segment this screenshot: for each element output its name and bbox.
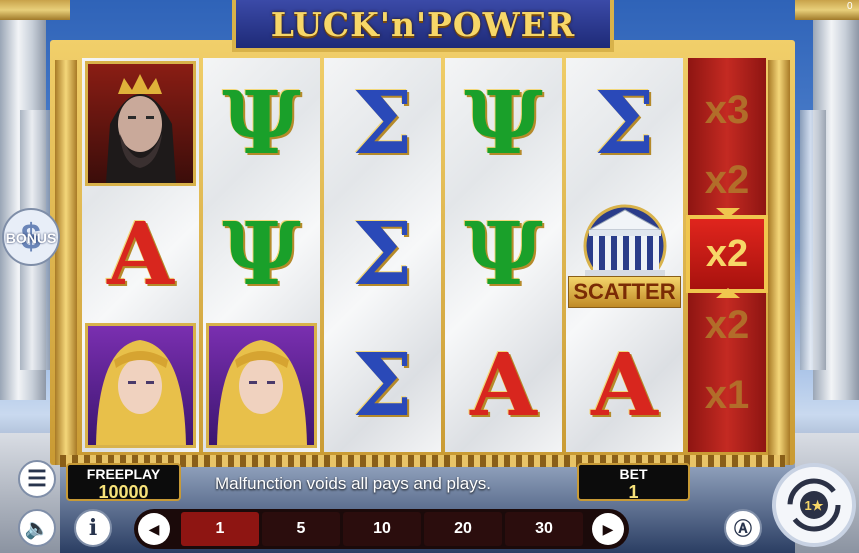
goddess-face-icon bbox=[96, 340, 186, 445]
bet-label: BET bbox=[619, 466, 648, 482]
reel-4-cell-1: Ψ bbox=[445, 58, 562, 189]
reel-3-cell-1: Σ bbox=[324, 58, 441, 189]
reel-2-cell-2: Ψ bbox=[203, 189, 320, 320]
bonus-button[interactable]: $ BONUS bbox=[2, 208, 60, 266]
reel-4-cell-3: Α bbox=[445, 320, 562, 451]
reel-5: Σ SCATTER Α bbox=[566, 58, 683, 452]
spin-icon: 1★ bbox=[787, 478, 841, 532]
svg-text:1★: 1★ bbox=[805, 498, 824, 513]
psi-symbol: Ψ bbox=[464, 203, 543, 305]
game-title: LUCK'n'POWER bbox=[270, 4, 576, 44]
autoplay-button[interactable]: Ⓐ bbox=[724, 509, 762, 547]
chevron-left-icon: ◀ bbox=[148, 520, 160, 537]
bet-value: 1 bbox=[628, 482, 639, 502]
frame-pillar-right bbox=[768, 60, 790, 465]
info-button[interactable]: i bbox=[74, 509, 112, 547]
multiplier-pointer-bottom-icon bbox=[716, 288, 740, 298]
bet-next-button[interactable]: ▶ bbox=[592, 513, 624, 545]
left-column-capital bbox=[0, 0, 70, 20]
bet-option-1[interactable]: 1 bbox=[181, 512, 259, 546]
alpha-symbol: Α bbox=[470, 334, 537, 436]
psi-symbol: Ψ bbox=[464, 72, 543, 174]
sound-icon: 🔈 bbox=[24, 517, 50, 540]
title-plate: LUCK'n'POWER bbox=[232, 0, 614, 52]
scatter-label: SCATTER bbox=[568, 275, 681, 308]
malfunction-message: Malfunction voids all pays and plays. bbox=[215, 474, 491, 493]
reel-2-cell-1: Ψ bbox=[203, 58, 320, 189]
multiplier-pointer-top-icon bbox=[716, 208, 740, 218]
sigma-symbol: Σ bbox=[352, 72, 413, 174]
reel-2-cell-3 bbox=[203, 320, 320, 451]
reel-5-cell-3: Α bbox=[566, 320, 683, 451]
sigma-symbol: Σ bbox=[594, 72, 655, 174]
bonus-label: BONUS bbox=[5, 230, 57, 246]
spin-button[interactable]: 1★ bbox=[772, 463, 856, 547]
freeplay-label: FREEPLAY bbox=[86, 466, 161, 482]
reel-2: Ψ Ψ bbox=[203, 58, 320, 452]
alpha-symbol: Α bbox=[591, 334, 658, 436]
multiplier-value: x1 bbox=[704, 373, 750, 417]
bet-selector: ◀ 1 5 10 20 30 ▶ bbox=[134, 509, 629, 549]
freeplay-panel: FREEPLAY 10000 bbox=[66, 463, 181, 502]
sigma-symbol: Σ bbox=[352, 203, 413, 305]
bet-option-10[interactable]: 10 bbox=[343, 512, 421, 546]
reel-5-cell-1: Σ bbox=[566, 58, 683, 189]
multiplier-value: x3 bbox=[704, 88, 750, 132]
bet-option-30[interactable]: 30 bbox=[505, 512, 583, 546]
reel-1-cell-3 bbox=[82, 320, 199, 451]
reel-3-cell-3: Σ bbox=[324, 320, 441, 451]
goddess-face-icon bbox=[217, 340, 307, 445]
right-column-back bbox=[800, 110, 826, 370]
bet-panel: BET 1 bbox=[577, 463, 690, 502]
menu-icon: ☰ bbox=[27, 466, 47, 491]
temple-scatter-icon bbox=[583, 204, 666, 282]
reel-5-cell-2: SCATTER bbox=[566, 189, 683, 320]
sound-button[interactable]: 🔈 bbox=[18, 509, 56, 547]
bet-option-5[interactable]: 5 bbox=[262, 512, 340, 546]
frame-pillar-left bbox=[55, 60, 77, 465]
psi-symbol: Ψ bbox=[222, 203, 301, 305]
reel-4: Ψ Ψ Α bbox=[445, 58, 562, 452]
alpha-symbol: Α bbox=[107, 203, 174, 305]
reel-1-cell-1 bbox=[82, 58, 199, 189]
reel-3: Σ Σ Σ bbox=[324, 58, 441, 452]
menu-button[interactable]: ☰ bbox=[18, 460, 56, 498]
sigma-symbol: Σ bbox=[352, 334, 413, 436]
autoplay-icon: Ⓐ bbox=[734, 519, 752, 539]
reel-1-cell-2: Α bbox=[82, 189, 199, 320]
goddess-portrait bbox=[206, 323, 317, 448]
bet-option-20[interactable]: 20 bbox=[424, 512, 502, 546]
reel-1: Α bbox=[82, 58, 199, 452]
active-multiplier: x2 bbox=[686, 215, 768, 293]
reel-4-cell-2: Ψ bbox=[445, 189, 562, 320]
goddess-portrait bbox=[85, 323, 196, 448]
multiplier-value: x2 bbox=[704, 303, 750, 347]
freeplay-value: 10000 bbox=[98, 482, 149, 502]
reel-3-cell-2: Σ bbox=[324, 189, 441, 320]
multiplier-value: x2 bbox=[704, 158, 750, 202]
psi-symbol: Ψ bbox=[222, 72, 301, 174]
bet-prev-button[interactable]: ◀ bbox=[138, 513, 170, 545]
chevron-right-icon: ▶ bbox=[602, 520, 614, 537]
king-face-icon bbox=[106, 74, 176, 183]
corner-counter: 0 bbox=[847, 1, 853, 12]
info-icon: i bbox=[88, 515, 98, 541]
king-portrait bbox=[85, 61, 196, 186]
